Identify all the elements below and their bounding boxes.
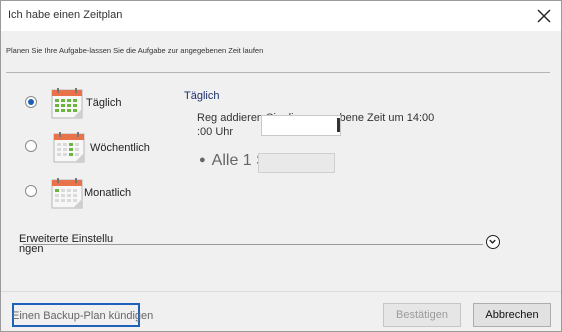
chevron-down-icon bbox=[489, 239, 496, 244]
title-bar: Ich habe einen Zeitplan bbox=[1, 1, 561, 31]
calendar-daily-icon bbox=[51, 88, 83, 119]
schedule-dialog: Ich habe einen Zeitplan Planen Sie Ihre … bbox=[0, 0, 562, 332]
footer-divider bbox=[1, 291, 561, 292]
radio-daily[interactable] bbox=[25, 96, 37, 108]
hour-select[interactable] bbox=[258, 153, 335, 173]
time-input[interactable] bbox=[261, 115, 341, 136]
dialog-subtitle: Planen Sie Ihre Aufgabe-lassen Sie die A… bbox=[6, 46, 264, 55]
calendar-monthly-icon bbox=[51, 178, 83, 209]
close-button[interactable] bbox=[533, 5, 555, 27]
cancel-plan-link[interactable]: Einen Backup-Plan kündigen bbox=[12, 303, 153, 327]
cancel-button[interactable]: Abbrechen bbox=[473, 303, 551, 327]
bullet-icon: ● bbox=[199, 154, 206, 166]
daily-heading: Täglich bbox=[184, 90, 220, 102]
advanced-divider bbox=[23, 244, 483, 245]
cancel-plan-label: Einen Backup-Plan kündigen bbox=[12, 310, 154, 322]
expand-button[interactable] bbox=[486, 235, 500, 249]
option-daily-label: Täglich bbox=[86, 97, 122, 109]
confirm-button[interactable]: Bestätigen bbox=[383, 303, 461, 327]
close-icon bbox=[537, 9, 551, 23]
option-monthly-label: Monatlich bbox=[84, 187, 132, 199]
radio-monthly[interactable] bbox=[25, 185, 37, 197]
option-weekly-label: Wöchentlich bbox=[90, 142, 150, 154]
dialog-title: Ich habe einen Zeitplan bbox=[8, 9, 123, 21]
divider bbox=[6, 72, 550, 73]
calendar-weekly-icon bbox=[53, 132, 85, 163]
radio-weekly[interactable] bbox=[25, 140, 37, 152]
